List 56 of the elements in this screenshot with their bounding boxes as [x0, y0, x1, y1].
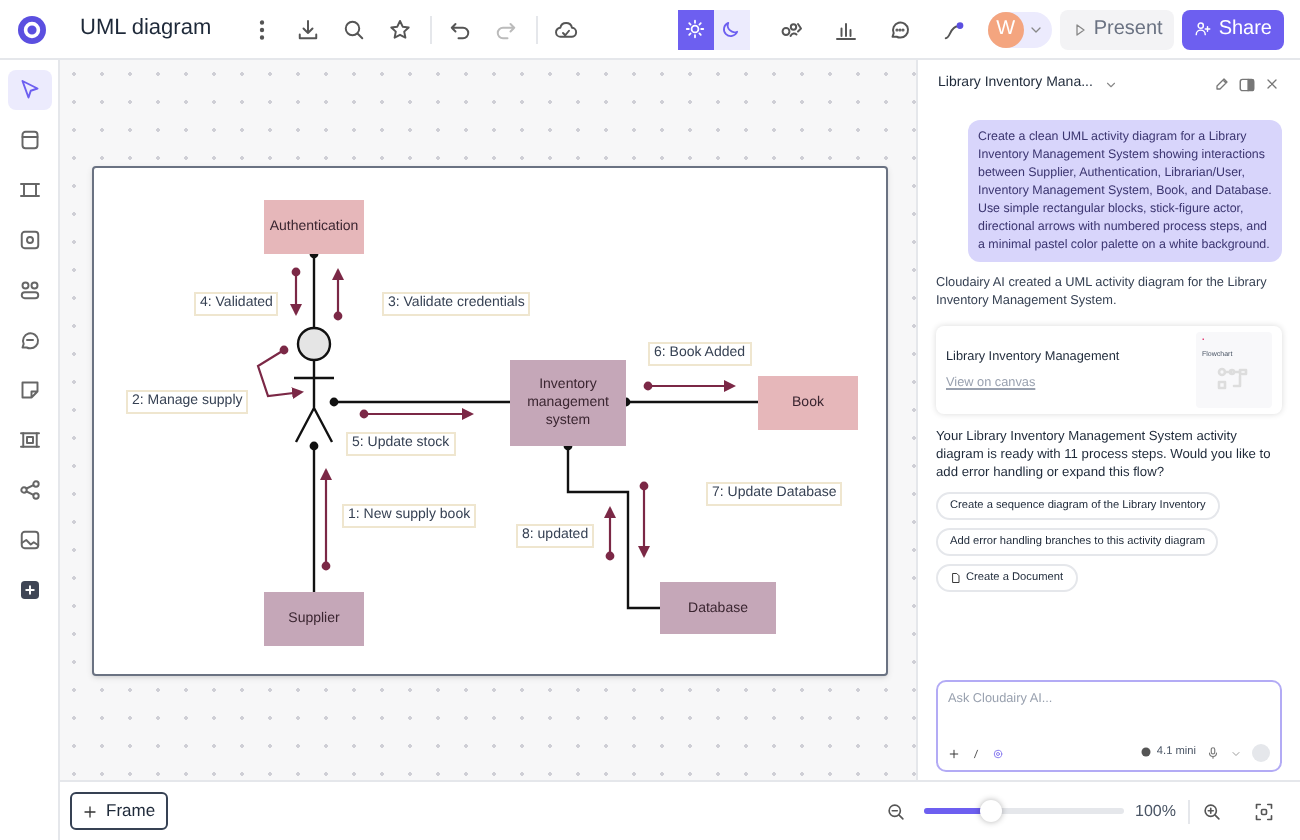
chevron-down-icon — [1104, 77, 1119, 91]
shape-icon — [17, 228, 41, 252]
zoom-in-icon[interactable] — [1202, 801, 1222, 821]
zoom-level: 100% — [1135, 799, 1176, 823]
shapes-icon — [17, 278, 41, 302]
user-plus-icon — [1194, 20, 1213, 38]
tool-button[interactable] — [7, 70, 51, 110]
bar-chart-icon[interactable] — [834, 17, 859, 41]
plus-icon — [17, 578, 41, 602]
stick-figure-actor — [292, 326, 336, 444]
fit-screen-icon[interactable] — [1254, 801, 1274, 821]
undo-icon[interactable] — [448, 17, 473, 41]
star-icon[interactable] — [388, 17, 413, 41]
sticky-note-icon — [17, 378, 41, 402]
connector-line — [621, 397, 758, 407]
connector-icon[interactable] — [942, 17, 967, 41]
message-arrow — [332, 268, 344, 321]
message-arrow — [290, 267, 302, 316]
plus-icon — [82, 803, 98, 819]
frame-icon — [17, 178, 41, 202]
cloud-icon[interactable] — [554, 17, 579, 41]
document-icon — [950, 572, 962, 584]
sun-icon — [684, 18, 707, 40]
moon-icon — [720, 18, 743, 40]
play-icon — [1071, 21, 1088, 37]
plus-icon[interactable] — [948, 747, 960, 759]
logo-icon — [16, 13, 48, 45]
theme-toggle[interactable] — [713, 9, 750, 49]
message-arrow — [638, 481, 650, 558]
cursor-icon — [17, 78, 41, 102]
image-icon — [17, 528, 41, 552]
avatar: W — [987, 11, 1024, 47]
sidebar-toggle-icon[interactable] — [1238, 75, 1256, 93]
message-arrow — [643, 380, 736, 392]
comment-icon[interactable] — [888, 17, 913, 41]
download-icon[interactable] — [296, 17, 321, 41]
table-icon — [17, 428, 41, 452]
frame-button[interactable]: Frame — [70, 792, 168, 830]
comment-icon — [17, 328, 41, 352]
share-button[interactable]: Share — [1182, 9, 1284, 49]
zoom-out-icon[interactable] — [885, 801, 906, 821]
close-icon[interactable] — [1264, 76, 1280, 92]
message-arrow — [256, 345, 304, 400]
message-arrow — [359, 408, 474, 420]
present-button[interactable]: Present — [1059, 9, 1175, 49]
document-title: UML diagram — [80, 14, 212, 45]
theme-toggle[interactable] — [677, 9, 714, 49]
search-icon[interactable] — [342, 17, 367, 41]
edit-icon[interactable] — [1214, 76, 1230, 92]
panel-icon — [17, 128, 41, 152]
message-arrow — [320, 468, 332, 571]
microphone-icon[interactable] — [1206, 746, 1220, 760]
message-arrow — [604, 506, 616, 561]
slash-icon[interactable] — [970, 747, 982, 759]
share-icon — [17, 478, 41, 502]
slider-thumb[interactable] — [979, 800, 1002, 822]
